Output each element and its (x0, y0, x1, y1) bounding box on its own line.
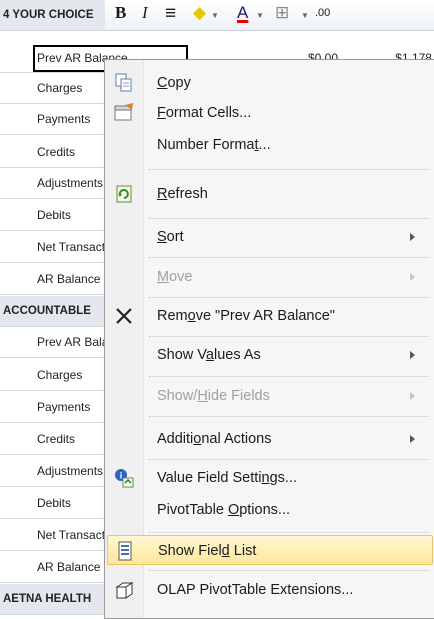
center-align-button[interactable]: ≡ (165, 3, 176, 25)
font-color-button[interactable]: A (237, 3, 248, 23)
row-label: Payments (37, 112, 91, 126)
menu-item-value-field-settings[interactable]: i Value Field Settings... (107, 463, 433, 493)
row-label: Charges (37, 81, 83, 95)
mini-toolbar: B I ≡ ◆ ▼ A ▼ ⊞ ▼ .00 (105, 0, 434, 31)
menu-separator (149, 297, 429, 298)
remove-x-icon (116, 308, 132, 324)
svg-text:i: i (120, 471, 123, 481)
menu-separator (149, 218, 429, 219)
submenu-arrow-icon (410, 351, 415, 359)
menu-item-label: Value Field Settings... (157, 470, 297, 486)
menu-item-label: Format Cells... (157, 105, 252, 121)
refresh-icon (116, 185, 132, 203)
borders-button[interactable]: ⊞ (275, 3, 289, 23)
row-label: Debits (37, 208, 72, 222)
submenu-arrow-icon (410, 233, 415, 241)
menu-separator (149, 376, 429, 377)
menu-item-label: Number Format... (157, 137, 271, 153)
menu-separator (149, 257, 429, 258)
fill-color-button[interactable]: ◆ (193, 3, 206, 23)
menu-item-label: Show Values As (157, 347, 261, 363)
row-label: Credits (37, 145, 76, 159)
row-label: AR Balance (37, 560, 101, 574)
row-label: 4 YOUR CHOICE (3, 9, 94, 21)
menu-separator (149, 336, 429, 337)
row-label: Debits (37, 496, 72, 510)
menu-item-copy[interactable]: Copy (107, 68, 433, 98)
menu-item-label: Copy (157, 75, 191, 91)
chevron-down-icon[interactable]: ▼ (211, 11, 219, 20)
menu-item-pivottable-options[interactable]: PivotTable Options... (107, 495, 433, 525)
format-cells-icon (114, 103, 133, 121)
menu-item-show-field-list[interactable]: Show Field List (107, 535, 433, 565)
menu-item-label: Move (157, 269, 193, 285)
increase-decimal-button[interactable]: .00 (315, 7, 330, 19)
row-label: Adjustments (37, 176, 104, 190)
menu-item-sort[interactable]: Sort (107, 222, 433, 252)
row-label: Payments (37, 400, 91, 414)
menu-item-label: Show Field List (158, 543, 257, 559)
submenu-arrow-icon (410, 273, 415, 281)
row-label: Charges (37, 368, 83, 382)
submenu-arrow-icon (410, 435, 415, 443)
bold-button[interactable]: B (115, 3, 126, 23)
submenu-arrow-icon (410, 392, 415, 400)
menu-item-format-cells[interactable]: Format Cells... (107, 98, 433, 128)
menu-item-label: Remove "Prev AR Balance" (157, 308, 335, 324)
menu-item-label: Sort (157, 229, 184, 245)
menu-separator (149, 532, 429, 533)
menu-item-remove-field[interactable]: Remove "Prev AR Balance" (107, 301, 433, 331)
field-list-icon (118, 541, 132, 561)
row-label: Adjustments (37, 464, 104, 478)
olap-cube-icon (115, 582, 134, 599)
value-field-settings-icon: i (115, 469, 134, 488)
menu-separator (149, 459, 429, 460)
chevron-down-icon[interactable]: ▼ (256, 11, 264, 20)
menu-item-label: Show/Hide Fields (157, 388, 270, 404)
copy-icon (115, 73, 132, 92)
menu-item-move[interactable]: Move (107, 262, 433, 292)
menu-item-show-hide-fields[interactable]: Show/Hide Fields (107, 381, 433, 411)
chevron-down-icon[interactable]: ▼ (301, 11, 309, 20)
menu-item-label: OLAP PivotTable Extensions... (157, 582, 354, 598)
menu-item-label: Refresh (157, 186, 208, 202)
menu-item-label: PivotTable Options... (157, 502, 290, 518)
context-menu: Copy Format Cells... Number Format... Re… (104, 59, 434, 619)
menu-item-refresh[interactable]: Refresh (107, 179, 433, 209)
menu-separator (149, 570, 429, 571)
row-label: AR Balance (37, 272, 101, 286)
menu-item-show-values-as[interactable]: Show Values As (107, 340, 433, 370)
row-label: Credits (37, 432, 76, 446)
row-label: AETNA HEALTH (3, 593, 92, 605)
menu-separator (149, 169, 429, 170)
menu-item-additional-actions[interactable]: Additional Actions (107, 424, 433, 454)
italic-button[interactable]: I (142, 3, 148, 23)
menu-item-olap-pivottable-extensions[interactable]: OLAP PivotTable Extensions... (107, 575, 433, 605)
menu-item-number-format[interactable]: Number Format... (107, 130, 433, 160)
menu-item-label: Additional Actions (157, 431, 272, 447)
menu-separator (149, 416, 429, 417)
row-label: ACCOUNTABLE (3, 305, 91, 317)
